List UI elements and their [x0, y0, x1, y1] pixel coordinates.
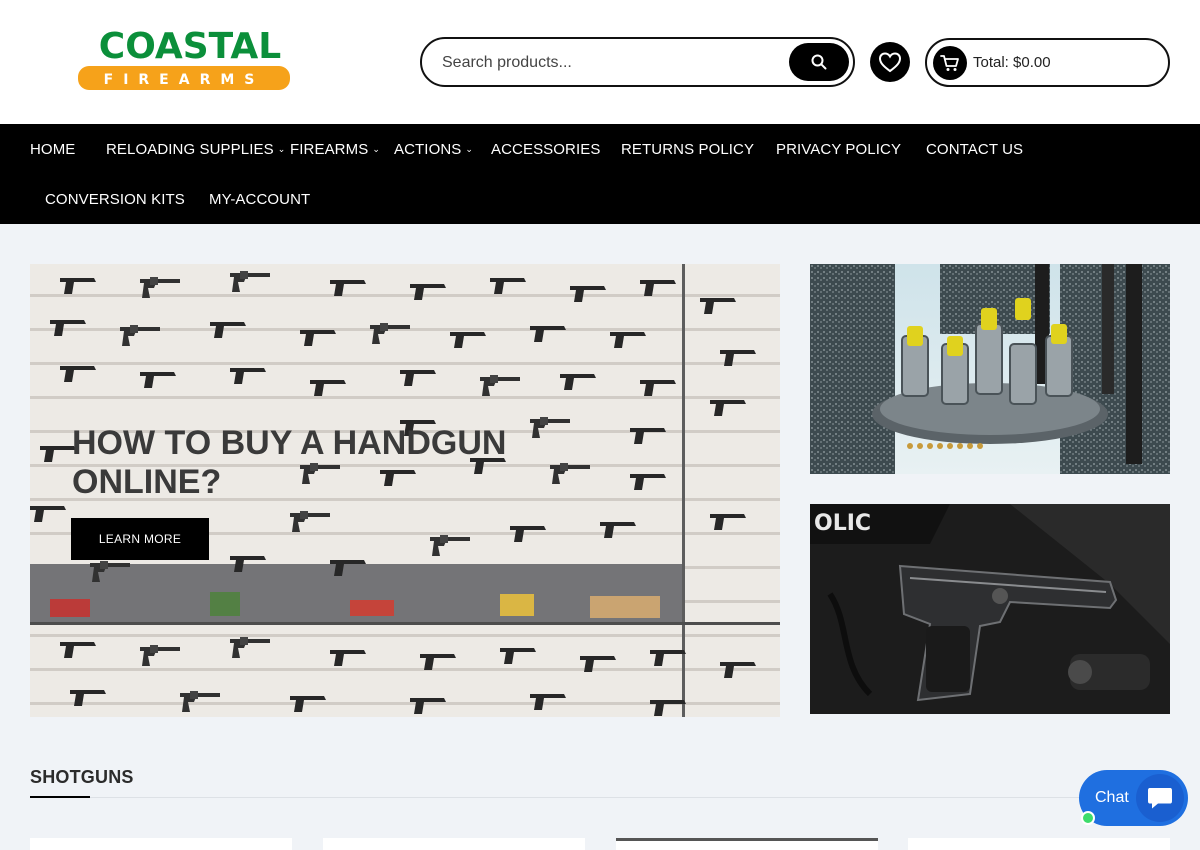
- product-card[interactable]: [908, 838, 1170, 850]
- cart-total: Total: $0.00: [973, 54, 1051, 71]
- chat-bubble-icon: [1148, 788, 1172, 809]
- nav-item-firearms[interactable]: FIREARMS ⌄: [290, 141, 380, 158]
- promo-banner-pistol[interactable]: OLIC: [810, 504, 1170, 714]
- heart-icon: [878, 52, 902, 73]
- nav-item-label: RELOADING SUPPLIES: [106, 141, 274, 158]
- nav-item-reloading-supplies[interactable]: RELOADING SUPPLIES ⌄: [106, 141, 285, 158]
- nav-item-returns-policy[interactable]: RETURNS POLICY: [621, 141, 754, 158]
- nav-item-label: MY-ACCOUNT: [209, 191, 311, 208]
- search-bar: [420, 37, 855, 87]
- nav-item-label: HOME: [30, 141, 76, 158]
- nav-item-accessories[interactable]: ACCESSORIES: [491, 141, 600, 158]
- site-header: COASTAL FIREARMS Total: $0.00: [0, 0, 1200, 124]
- promo-banner-reloading[interactable]: [810, 264, 1170, 474]
- hero-slider: HOW TO BUY A HANDGUN ONLINE? LEARN MORE: [30, 264, 780, 717]
- section-title-shotguns: SHOTGUNS: [30, 767, 134, 787]
- product-card[interactable]: [616, 838, 878, 850]
- nav-item-privacy-policy[interactable]: PRIVACY POLICY: [776, 141, 901, 158]
- logo-wordmark: COASTAL: [99, 26, 281, 67]
- learn-more-button[interactable]: LEARN MORE: [71, 518, 209, 560]
- nav-item-conversion-kits[interactable]: CONVERSION KITS: [45, 191, 185, 208]
- main-navigation: HOME RELOADING SUPPLIES ⌄ FIREARMS ⌄ ACTIO…: [0, 124, 1200, 224]
- chevron-down-icon: ⌄: [465, 144, 474, 154]
- nav-item-label: FIREARMS: [290, 141, 369, 158]
- site-logo[interactable]: COASTAL FIREARMS: [56, 26, 324, 94]
- nav-item-actions[interactable]: ACTIONS ⌄: [394, 141, 473, 158]
- hero-title: HOW TO BUY A HANDGUN ONLINE?: [72, 424, 507, 501]
- nav-item-label: ACTIONS: [394, 141, 462, 158]
- nav-item-my-account[interactable]: MY-ACCOUNT: [209, 191, 310, 208]
- search-button[interactable]: [789, 43, 849, 81]
- nav-item-label: PRIVACY POLICY: [776, 141, 902, 158]
- section-divider: [30, 797, 1170, 798]
- nav-item-label: ACCESSORIES: [491, 141, 601, 158]
- nav-item-label: CONTACT US: [926, 141, 1024, 158]
- chevron-down-icon: ⌄: [277, 144, 286, 154]
- search-input[interactable]: [442, 49, 782, 77]
- product-card[interactable]: [323, 838, 585, 850]
- chat-label: Chat: [1095, 789, 1129, 806]
- cart-icon-wrap: [933, 46, 967, 80]
- online-status-dot: [1081, 811, 1095, 825]
- chevron-down-icon: ⌄: [372, 144, 380, 154]
- nav-item-label: CONVERSION KITS: [45, 191, 185, 208]
- reloading-press-image: [810, 264, 1170, 474]
- product-card[interactable]: [30, 838, 292, 850]
- chat-widget-button[interactable]: Chat: [1079, 770, 1188, 826]
- pistol-image: OLIC: [810, 504, 1170, 714]
- search-icon: [811, 54, 827, 70]
- logo-subword: FIREARMS: [104, 72, 265, 88]
- cart-icon: [940, 55, 959, 71]
- wishlist-button[interactable]: [870, 42, 910, 82]
- chat-bubble-icon-wrap: [1136, 774, 1184, 822]
- nav-item-label: RETURNS POLICY: [621, 141, 755, 158]
- police-patch-text: OLIC: [814, 511, 871, 536]
- section-title-underline: [30, 796, 90, 798]
- nav-item-contact-us[interactable]: CONTACT US: [926, 141, 1023, 158]
- cart-button[interactable]: Total: $0.00: [925, 38, 1170, 87]
- nav-item-home[interactable]: HOME: [30, 141, 75, 158]
